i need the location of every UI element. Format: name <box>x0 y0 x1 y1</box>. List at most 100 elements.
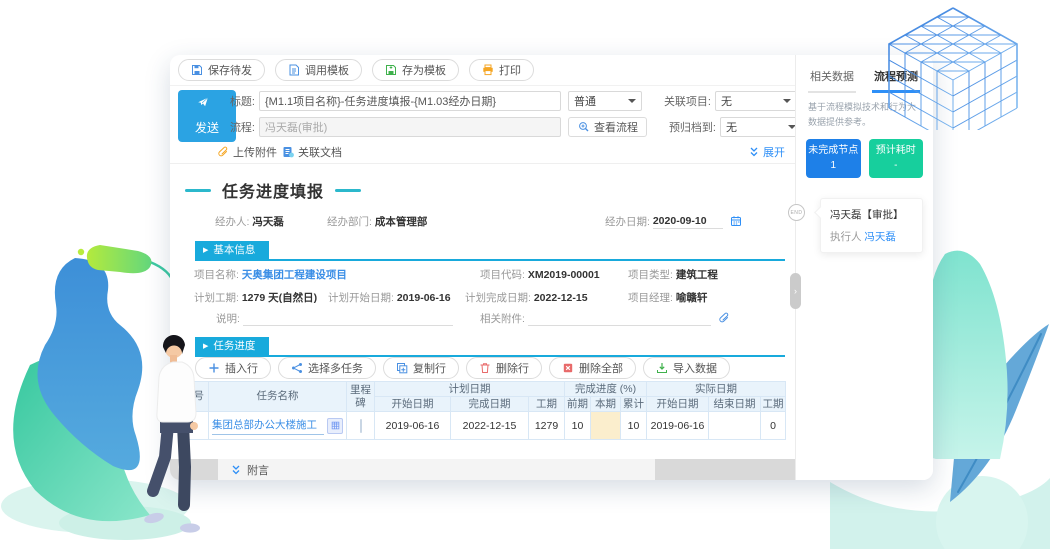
flowchart-icon <box>577 121 589 133</box>
double-chevron-down-icon <box>748 146 760 158</box>
paperclip-icon[interactable] <box>718 312 730 324</box>
project-type-field: 项目类型: 建筑工程 <box>628 267 718 282</box>
document-link-icon <box>282 146 294 158</box>
title-input[interactable]: {M1.1项目名称}-任务进度填报-{M1.03经办日期} <box>259 91 561 111</box>
upload-attachment-label: 上传附件 <box>233 147 277 159</box>
col-task-header: 任务名称 <box>208 381 347 412</box>
delete-row-button[interactable]: 删除行 <box>466 357 542 379</box>
plan-start-cell[interactable]: 2019-06-16 <box>374 411 451 440</box>
copy-icon <box>396 362 408 374</box>
actual-start-header: 开始日期 <box>646 396 709 412</box>
project-manager-label: 项目经理: <box>628 292 673 304</box>
print-icon <box>482 64 494 76</box>
flow-label: 流程: <box>229 122 255 134</box>
sidebar-tabs: 相关数据 流程预测 <box>796 55 933 93</box>
department-value: 成本管理部 <box>374 216 428 228</box>
project-manager-field: 项目经理: 喻赣轩 <box>628 290 707 305</box>
plan-finish-value: 2022-12-15 <box>533 292 588 304</box>
delete-all-button[interactable]: 删除全部 <box>549 357 636 379</box>
estimated-time-label: 预计耗时 <box>875 145 916 156</box>
progress-total-header: 累计 <box>620 396 647 412</box>
attachment-input[interactable] <box>527 312 711 326</box>
progress-pre-header: 前期 <box>564 396 591 412</box>
select-multi-task-button[interactable]: 选择多任务 <box>278 357 376 379</box>
load-template-button[interactable]: 调用模板 <box>275 59 362 81</box>
plan-start-value: 2019-06-16 <box>396 292 451 304</box>
priority-select[interactable]: 普通 <box>568 91 642 111</box>
executor-name-link[interactable]: 冯天磊 <box>864 231 896 243</box>
save-template-label: 存为模板 <box>402 65 446 77</box>
document-title: 任务进度填报 <box>185 178 362 202</box>
project-type-label: 项目类型: <box>628 269 673 281</box>
row-index-cell: 1 <box>178 411 209 440</box>
plan-duration-cell[interactable]: 1279 <box>528 411 565 440</box>
save-draft-button[interactable]: 保存待发 <box>178 59 265 81</box>
task-picker-icon[interactable] <box>327 417 343 434</box>
plus-icon <box>208 362 220 374</box>
plan-finish-cell[interactable]: 2022-12-15 <box>450 411 529 440</box>
milestone-checkbox[interactable] <box>359 418 362 433</box>
flow-node-card[interactable]: 冯天磊【审批】 执行人 冯天磊 <box>820 198 923 253</box>
upload-attachment-link[interactable]: 上传附件 <box>217 144 277 160</box>
related-doc-link[interactable]: 关联文档 <box>282 144 342 160</box>
print-button[interactable]: 打印 <box>469 59 534 81</box>
project-name-field: 项目名称: 天奥集团工程建设项目 <box>194 267 347 282</box>
project-type-value: 建筑工程 <box>675 269 718 281</box>
handler-field: 经办人: 冯天磊 <box>215 214 284 229</box>
expand-label: 展开 <box>763 147 785 159</box>
horizontal-scrollbar[interactable]: 附言 <box>170 459 795 480</box>
view-flow-button[interactable]: 查看流程 <box>568 117 647 137</box>
copy-row-button[interactable]: 复制行 <box>383 357 459 379</box>
table-row: 1 集团总部办公大楼施工 2019-06-16 2022-12-15 1279 … <box>178 411 786 440</box>
actual-duration-header: 工期 <box>760 396 786 412</box>
pre-archive-label: 预归档到: <box>668 122 716 134</box>
handle-date-input[interactable]: 2020-09-10 <box>652 215 723 229</box>
progress-pre-cell[interactable]: 10 <box>564 411 591 440</box>
plan-start-label: 计划开始日期: <box>328 292 394 304</box>
chevron-right-icon: › <box>794 286 797 296</box>
progress-total-cell[interactable]: 10 <box>620 411 647 440</box>
basic-info-title: 基本信息 <box>213 244 256 256</box>
basic-info-section-header: ▶ 基本信息 <box>195 240 785 261</box>
project-name-value[interactable]: 天奥集团工程建设项目 <box>242 269 347 281</box>
attachment-label: 相关附件: <box>480 313 525 325</box>
pre-archive-select[interactable]: 无 <box>720 117 802 137</box>
task-name-input[interactable]: 集团总部办公大楼施工 <box>212 417 324 435</box>
select-multi-task-label: 选择多任务 <box>308 363 363 375</box>
task-progress-tab[interactable]: ▶ 任务进度 <box>195 337 270 356</box>
triangle-right-icon: ▶ <box>203 343 209 350</box>
col-milestone-header: 里程碑 <box>346 381 375 412</box>
progress-current-cell[interactable] <box>590 411 621 440</box>
tab-related-data[interactable]: 相关数据 <box>808 68 856 93</box>
plan-finish-label: 计划完成日期: <box>465 292 531 304</box>
forecast-stat-cards: 未完成节点 1 预计耗时 - <box>806 139 923 178</box>
note-input[interactable] <box>242 312 453 326</box>
task-name-cell: 集团总部办公大楼施工 <box>208 411 347 440</box>
progress-current-header: 本期 <box>590 396 621 412</box>
task-table: 序号 任务名称 里程碑 计划日期 完成进度 (%) 实际日期 开始日期 完成日期… <box>178 381 786 440</box>
actual-duration-cell[interactable]: 0 <box>760 411 786 440</box>
attachment-field: 相关附件: <box>480 311 730 326</box>
actual-end-cell[interactable] <box>708 411 761 440</box>
save-template-button[interactable]: 存为模板 <box>372 59 459 81</box>
sidebar-collapse-handle[interactable]: › <box>790 273 801 309</box>
tab-flow-forecast[interactable]: 流程预测 <box>872 68 920 93</box>
insert-row-button[interactable]: 插入行 <box>195 357 271 379</box>
unfinished-nodes-card[interactable]: 未完成节点 1 <box>806 139 861 178</box>
note-field: 说明: <box>216 311 453 326</box>
main-panel: 保存待发 调用模板 存为模板 打印 发送 标题: {M1.1项目名称}-任务进度… <box>170 55 802 480</box>
plan-duration-label: 计划工期: <box>194 292 239 304</box>
calendar-icon[interactable] <box>730 215 742 227</box>
expand-link[interactable]: 展开 <box>748 144 785 160</box>
actual-start-cell[interactable]: 2019-06-16 <box>646 411 709 440</box>
note-label: 说明: <box>216 313 240 325</box>
save-draft-label: 保存待发 <box>208 65 252 77</box>
related-project-select[interactable]: 无 <box>715 91 797 111</box>
project-manager-value: 喻赣轩 <box>675 292 708 304</box>
import-data-button[interactable]: 导入数据 <box>643 357 730 379</box>
triangle-right-icon: ▶ <box>203 247 209 254</box>
basic-info-tab[interactable]: ▶ 基本信息 <box>195 241 270 260</box>
postscript-bar[interactable]: 附言 <box>218 459 655 480</box>
estimated-time-card[interactable]: 预计耗时 - <box>868 139 923 178</box>
save-template-icon <box>385 64 397 76</box>
